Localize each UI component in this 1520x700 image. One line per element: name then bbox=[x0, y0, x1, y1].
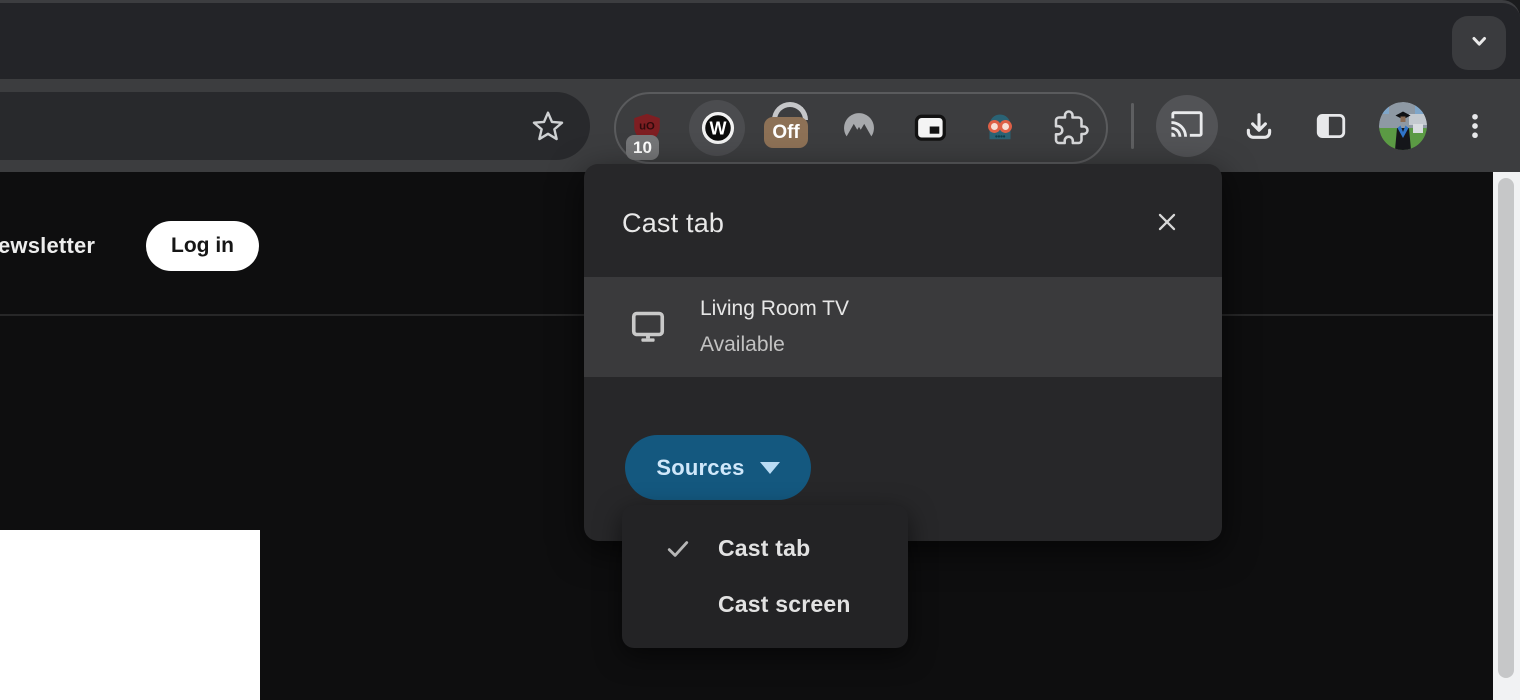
adblock-extension-icon[interactable]: uO 10 bbox=[624, 99, 670, 157]
sources-button-label: Sources bbox=[656, 455, 744, 481]
downloads-button[interactable] bbox=[1242, 109, 1276, 143]
caret-down-icon bbox=[760, 462, 780, 474]
adblock-badge: 10 bbox=[626, 135, 659, 160]
page-image-placeholder bbox=[0, 530, 260, 700]
browser-window: uO 10 W Off bbox=[0, 0, 1520, 700]
toolbar-divider bbox=[1131, 103, 1134, 149]
browser-toolbar: uO 10 W Off bbox=[0, 79, 1520, 172]
windscribe-extension-icon[interactable]: W bbox=[695, 99, 741, 157]
picture-in-picture-extension-icon[interactable] bbox=[907, 99, 953, 157]
menu-item-label: Cast tab bbox=[718, 535, 810, 562]
menu-item-cast-tab[interactable]: Cast tab bbox=[622, 521, 908, 577]
side-panel-button[interactable] bbox=[1314, 109, 1348, 143]
extensions-puzzle-icon[interactable] bbox=[1048, 99, 1094, 157]
browser-menu-button[interactable] bbox=[1458, 109, 1492, 143]
side-panel-icon bbox=[1314, 130, 1348, 147]
three-dot-menu-icon bbox=[1458, 130, 1492, 147]
svg-text:uO: uO bbox=[639, 120, 655, 132]
robot-glasses-extension-icon[interactable] bbox=[977, 99, 1023, 157]
cast-dialog: Cast tab Living Room TV Available Source… bbox=[584, 164, 1222, 541]
cast-icon bbox=[1170, 107, 1204, 146]
chevron-down-icon bbox=[1464, 26, 1494, 61]
extensions-container: uO 10 W Off bbox=[614, 92, 1108, 164]
checkmark-icon bbox=[664, 535, 692, 563]
page-newsletter-link[interactable]: ewsletter bbox=[0, 233, 95, 259]
tab-strip bbox=[0, 0, 1520, 79]
avatar-photo bbox=[1379, 102, 1427, 150]
tv-display-icon bbox=[630, 307, 666, 347]
cast-device-status: Available bbox=[700, 327, 849, 363]
svg-text:W: W bbox=[709, 119, 726, 139]
profile-avatar[interactable] bbox=[1379, 102, 1427, 150]
tabstrip-collapse-button[interactable] bbox=[1452, 16, 1506, 70]
cast-device-name: Living Room TV bbox=[700, 291, 849, 327]
scrollbar-track[interactable] bbox=[1493, 172, 1520, 700]
login-button[interactable]: Log in bbox=[146, 221, 259, 271]
close-icon bbox=[1154, 222, 1180, 239]
cast-dialog-close-button[interactable] bbox=[1154, 209, 1180, 235]
address-bar[interactable] bbox=[0, 92, 590, 160]
sources-dropdown-button[interactable]: Sources bbox=[625, 435, 811, 500]
scrollbar-thumb[interactable] bbox=[1498, 178, 1514, 678]
menu-item-cast-screen[interactable]: Cast screen bbox=[622, 577, 908, 633]
cast-button[interactable] bbox=[1156, 95, 1218, 157]
honey-off-badge: Off bbox=[764, 117, 807, 148]
cast-device-row[interactable]: Living Room TV Available bbox=[584, 277, 1222, 377]
bookmark-star-icon[interactable] bbox=[531, 109, 565, 143]
cast-dialog-title: Cast tab bbox=[622, 208, 724, 239]
download-icon bbox=[1242, 130, 1276, 147]
nordvpn-extension-icon[interactable] bbox=[836, 99, 882, 157]
menu-item-label: Cast screen bbox=[718, 591, 851, 618]
cast-device-info: Living Room TV Available bbox=[700, 291, 849, 363]
honey-extension-icon[interactable]: Off bbox=[765, 99, 811, 157]
sources-menu: Cast tab Cast screen bbox=[622, 505, 908, 648]
